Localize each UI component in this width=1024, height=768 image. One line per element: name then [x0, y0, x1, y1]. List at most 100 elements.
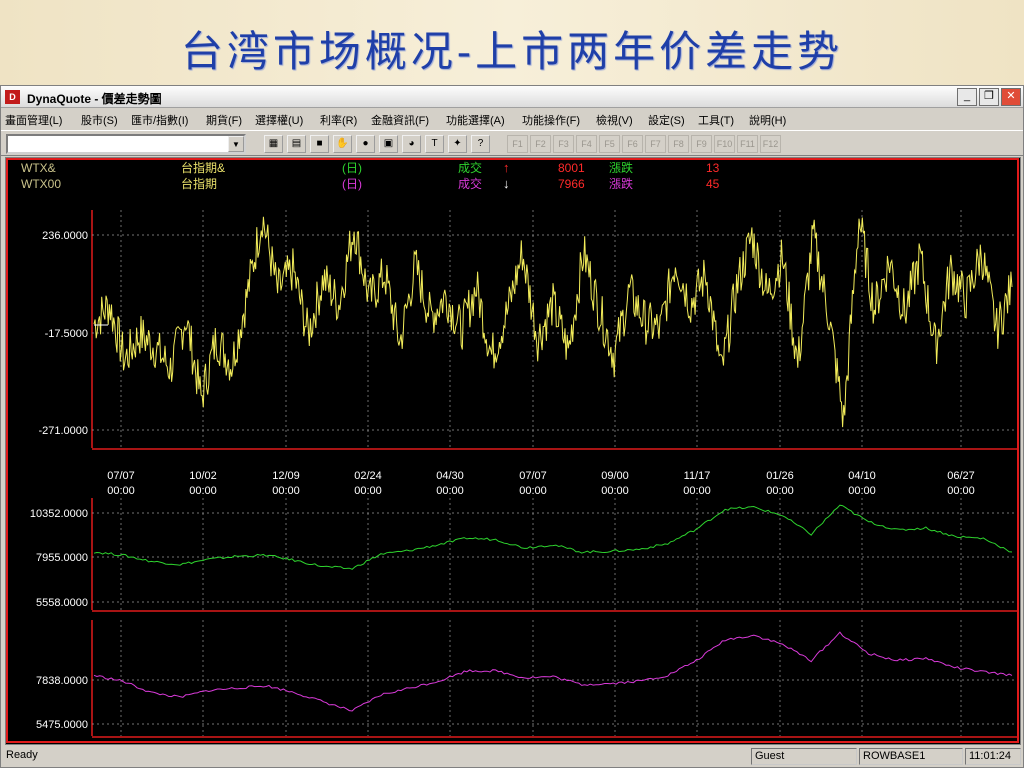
- menu-item-3[interactable]: 期貨(F): [206, 112, 242, 128]
- legend-trade-label: 成交: [458, 176, 482, 191]
- menu-item-5[interactable]: 利率(R): [320, 112, 357, 128]
- y-tick-label: 5558.0000: [36, 597, 88, 609]
- fkey-f1-button[interactable]: F1: [507, 135, 528, 153]
- series-line: [93, 216, 1013, 428]
- legend-price: 8001: [558, 161, 585, 175]
- y-tick-label: 7955.0000: [36, 552, 88, 564]
- y-tick-label: 7838.0000: [36, 675, 88, 687]
- title-bar[interactable]: D DynaQuote - 價差走勢圖 _ ❐ ✕: [1, 86, 1023, 108]
- x-tick-time: 00:00: [272, 485, 300, 497]
- x-tick-date: 07/07: [519, 470, 547, 482]
- color-icon[interactable]: ■: [310, 135, 329, 153]
- menu-item-7[interactable]: 功能選擇(A): [446, 112, 505, 128]
- palette-icon[interactable]: ◕: [402, 135, 421, 153]
- x-tick-time: 00:00: [601, 485, 629, 497]
- fkey-f5-button[interactable]: F5: [599, 135, 620, 153]
- status-ready: Ready: [6, 749, 38, 761]
- legend-period: (日): [342, 161, 362, 175]
- menu-item-4[interactable]: 選擇權(U): [255, 112, 303, 128]
- status-user: Guest: [751, 748, 857, 765]
- y-tick-label: 236.0000: [42, 230, 88, 242]
- menu-item-6[interactable]: 金融資訊(F): [371, 112, 429, 128]
- legend-code: WTX00: [21, 177, 61, 191]
- maximize-button[interactable]: ❐: [979, 88, 999, 106]
- arrow-up-icon: ↑: [503, 160, 510, 175]
- help-icon[interactable]: ?: [471, 135, 490, 153]
- legend-period: (日): [342, 177, 362, 191]
- app-logo-icon: D: [5, 90, 20, 104]
- fkey-f6-button[interactable]: F6: [622, 135, 643, 153]
- legend-change-label: 漲跌: [609, 160, 633, 175]
- menu-item-8[interactable]: 功能操作(F): [522, 112, 580, 128]
- text-icon[interactable]: T: [425, 135, 444, 153]
- x-tick-time: 00:00: [107, 485, 135, 497]
- y-tick-label: 10352.0000: [30, 508, 88, 520]
- arrow-down-icon: ↓: [503, 176, 510, 191]
- fkey-f9-button[interactable]: F9: [691, 135, 712, 153]
- x-tick-date: 12/09: [272, 470, 300, 482]
- alert-icon[interactable]: ●: [356, 135, 375, 153]
- menu-item-1[interactable]: 股市(S): [81, 112, 118, 128]
- series-line: [93, 504, 1013, 570]
- slide-title: 台湾市场概况-上市两年价差走势: [180, 27, 844, 76]
- x-tick-date: 01/26: [766, 470, 794, 482]
- x-tick-time: 00:00: [436, 485, 464, 497]
- app-window: D DynaQuote - 價差走勢圖 _ ❐ ✕ 畫面管理(L) 股市(S) 匯市…: [0, 85, 1024, 768]
- x-tick-date: 09/00: [601, 470, 629, 482]
- menu-item-10[interactable]: 設定(S): [648, 112, 685, 128]
- x-tick-time: 00:00: [683, 485, 711, 497]
- x-tick-date: 04/10: [848, 470, 876, 482]
- x-tick-date: 07/07: [107, 470, 135, 482]
- menu-item-12[interactable]: 說明(H): [749, 112, 786, 128]
- fkey-f12-button[interactable]: F12: [760, 135, 781, 153]
- y-tick-label: -271.0000: [38, 425, 88, 437]
- close-button[interactable]: ✕: [1001, 88, 1021, 106]
- y-tick-label: -17.5000: [45, 328, 88, 340]
- x-tick-time: 00:00: [519, 485, 547, 497]
- status-time: 11:01:24: [965, 748, 1021, 765]
- menu-bar: 畫面管理(L) 股市(S) 匯市/指數(I) 期貨(F) 選擇權(U) 利率(R) 金融資訊…: [1, 109, 1023, 129]
- fkey-f10-button[interactable]: F10: [714, 135, 735, 153]
- report-icon[interactable]: ▣: [379, 135, 398, 153]
- x-tick-date: 04/30: [436, 470, 464, 482]
- menu-item-9[interactable]: 檢視(V): [596, 112, 633, 128]
- menu-item-0[interactable]: 畫面管理(L): [5, 112, 62, 128]
- legend-change-label: 漲跌: [609, 176, 633, 191]
- fkey-f4-button[interactable]: F4: [576, 135, 597, 153]
- legend-code: WTX&: [21, 161, 56, 175]
- fkey-f2-button[interactable]: F2: [530, 135, 551, 153]
- series-line: [93, 631, 1013, 712]
- x-tick-time: 00:00: [766, 485, 794, 497]
- legend-name: 台指期: [181, 176, 217, 191]
- spread-chart: WTX& 台指期& (日) 成交 ↑ 8001 漲跌 13 WTX00 台指期 (日) 成交 ↓ 7966…: [6, 158, 1019, 743]
- x-tick-time: 00:00: [189, 485, 217, 497]
- menu-item-11[interactable]: 工具(T): [698, 112, 734, 128]
- settings-icon[interactable]: ✦: [448, 135, 467, 153]
- fkey-f7-button[interactable]: F7: [645, 135, 666, 153]
- new-chart-icon[interactable]: ▦: [264, 135, 283, 153]
- status-bar: Ready Guest ROWBASE1 11:01:24: [1, 746, 1023, 766]
- chart-frame: [6, 158, 1019, 743]
- x-tick-date: 10/02: [189, 470, 217, 482]
- x-tick-date: 06/27: [947, 470, 975, 482]
- x-tick-date: 11/17: [684, 470, 711, 482]
- window-icon[interactable]: ▤: [287, 135, 306, 153]
- minimize-button[interactable]: _: [957, 88, 977, 106]
- fkey-f11-button[interactable]: F11: [737, 135, 758, 153]
- legend-price: 7966: [558, 177, 585, 191]
- menu-item-2[interactable]: 匯市/指數(I): [131, 112, 188, 128]
- window-title: DynaQuote - 價差走勢圖: [27, 92, 162, 106]
- status-server: ROWBASE1: [859, 748, 963, 765]
- toolbar: ▼ ▦ ▤ ■ ✋ ● ▣ ◕ T ✦? F1 F2 F3 F4 F5 F6 F7 F8 F9 F10 F11 F12: [1, 130, 1023, 156]
- x-tick-time: 00:00: [848, 485, 876, 497]
- fkey-f3-button[interactable]: F3: [553, 135, 574, 153]
- fkey-f8-button[interactable]: F8: [668, 135, 689, 153]
- y-tick-label: 5475.0000: [36, 719, 88, 731]
- symbol-combo[interactable]: ▼: [6, 134, 246, 154]
- hand-icon[interactable]: ✋: [333, 135, 352, 153]
- chart-area: WTX& 台指期& (日) 成交 ↑ 8001 漲跌 13 WTX00 台指期 (日) 成交 ↓ 7966…: [5, 157, 1021, 745]
- legend-name: 台指期&: [181, 160, 225, 175]
- legend-change: 13: [706, 161, 720, 175]
- x-tick-time: 00:00: [354, 485, 382, 497]
- chevron-down-icon[interactable]: ▼: [228, 136, 244, 152]
